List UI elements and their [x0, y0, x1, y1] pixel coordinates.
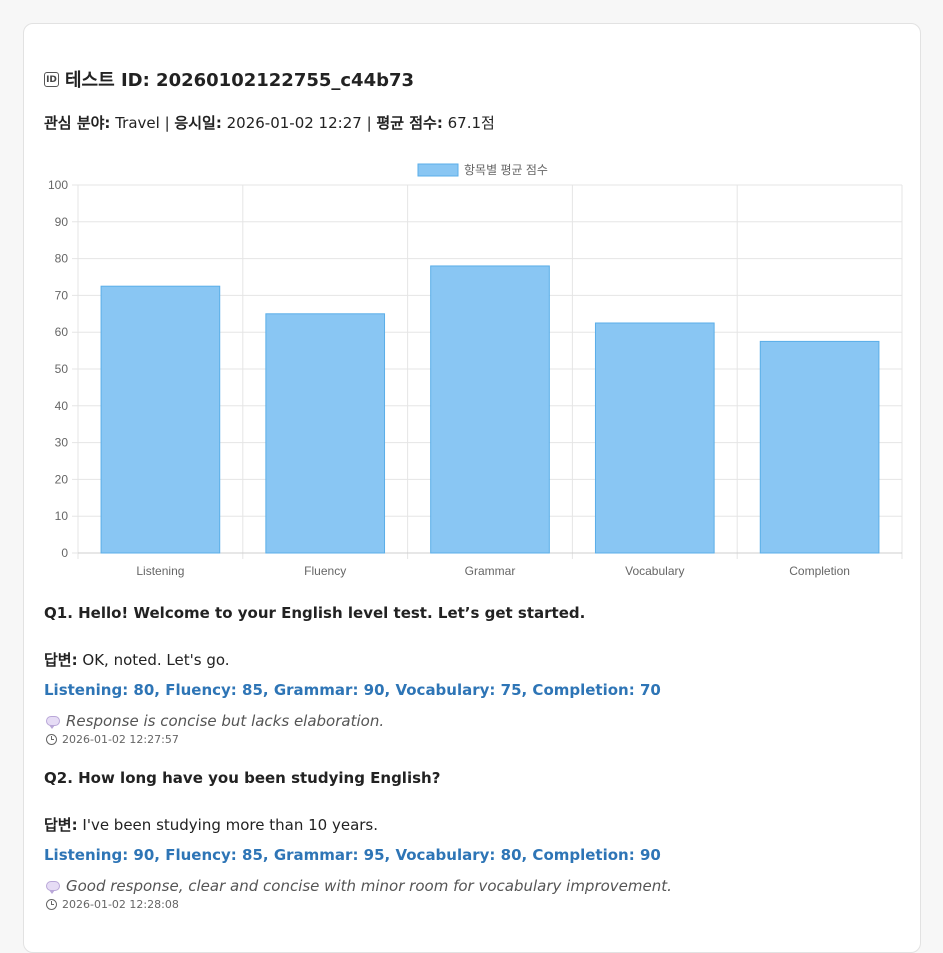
question-1-scores: Listening: 80, Fluency: 85, Grammar: 90,… [44, 681, 661, 699]
y-tick-label: 20 [55, 472, 69, 486]
legend-swatch [417, 163, 459, 177]
y-tick-label: 0 [61, 546, 68, 560]
date-value: 2026-01-02 12:27 [226, 114, 362, 132]
x-tick-label: Grammar [465, 564, 516, 578]
bar-vocabulary[interactable] [594, 322, 715, 554]
answer-2: 답변: I've been studying more than 10 year… [44, 814, 378, 835]
y-tick-label: 100 [48, 178, 68, 192]
question-1-text: Q1. Hello! Welcome to your English level… [44, 604, 586, 622]
question-1-timestamp: 2026-01-02 12:27:57 [46, 733, 179, 746]
x-tick-label: Fluency [304, 564, 346, 578]
answer-2-text: I've been studying more than 10 years. [82, 816, 379, 834]
chart-y-axis: 0 10 20 30 40 50 60 70 80 90 100 [48, 178, 68, 560]
score-bar-chart: 항목별 평균 점수 0 10 20 30 40 50 60 70 80 90 100 Listeni… [48, 163, 903, 578]
legend-label: 항목별 평균 점수 [464, 163, 548, 177]
y-tick-label: 50 [55, 362, 69, 376]
question-1-feedback: Response is concise but lacks elaboratio… [46, 712, 384, 730]
feedback-1-text: Response is concise but lacks elaboratio… [66, 712, 385, 730]
y-tick-label: 30 [55, 436, 69, 450]
id-badge-icon: ID [44, 71, 59, 87]
meta-separator: | [164, 114, 170, 132]
average-value: 67.1점 [447, 114, 495, 132]
page-title: ID 테스트 ID: 20260102122755_c44b73 [44, 66, 414, 92]
answer-label: 답변: [44, 651, 78, 669]
question-2-timestamp: 2026-01-02 12:28:08 [46, 898, 179, 911]
speech-bubble-icon [46, 881, 60, 894]
bar-listening[interactable] [100, 285, 221, 554]
x-tick-label: Listening [136, 564, 184, 578]
interest-label: 관심 분야: [44, 114, 111, 132]
test-id-title: 테스트 ID: 20260102122755_c44b73 [65, 70, 415, 91]
x-tick-label: Vocabulary [625, 564, 684, 578]
chart-x-axis: Listening Fluency Grammar Vocabulary Complet… [136, 564, 850, 578]
chart-bars [100, 265, 880, 554]
interest-value: Travel [115, 114, 160, 132]
bar-grammar[interactable] [430, 265, 550, 554]
chart-legend[interactable]: 항목별 평균 점수 [417, 163, 548, 177]
bar-completion[interactable] [759, 340, 880, 554]
test-meta: 관심 분야: Travel | 응시일: 2026-01-02 12:27 | … [44, 112, 495, 133]
y-tick-label: 80 [55, 252, 69, 266]
timestamp-2-text: 2026-01-02 12:28:08 [62, 898, 179, 911]
question-2-scores: Listening: 90, Fluency: 85, Grammar: 95,… [44, 846, 661, 864]
feedback-2-text: Good response, clear and concise with mi… [66, 877, 672, 895]
answer-1: 답변: OK, noted. Let's go. [44, 649, 230, 670]
y-tick-label: 60 [55, 325, 69, 339]
clock-icon [46, 734, 57, 745]
timestamp-1-text: 2026-01-02 12:27:57 [62, 733, 179, 746]
date-label: 응시일: [174, 114, 222, 132]
question-2-text: Q2. How long have you been studying Engl… [44, 769, 441, 787]
x-tick-label: Completion [789, 564, 850, 578]
y-tick-label: 10 [55, 509, 69, 523]
bar-fluency[interactable] [265, 313, 386, 554]
answer-label: 답변: [44, 816, 78, 834]
y-tick-label: 90 [55, 215, 69, 229]
y-tick-label: 40 [55, 399, 69, 413]
meta-separator: | [366, 114, 372, 132]
result-card: ID 테스트 ID: 20260102122755_c44b73 관심 분야: … [23, 23, 921, 953]
clock-icon [46, 899, 57, 910]
speech-bubble-icon [46, 716, 60, 729]
answer-1-text: OK, noted. Let's go. [82, 651, 230, 669]
question-2-feedback: Good response, clear and concise with mi… [46, 877, 672, 895]
y-tick-label: 70 [55, 288, 69, 302]
average-label: 평균 점수: [376, 114, 443, 132]
